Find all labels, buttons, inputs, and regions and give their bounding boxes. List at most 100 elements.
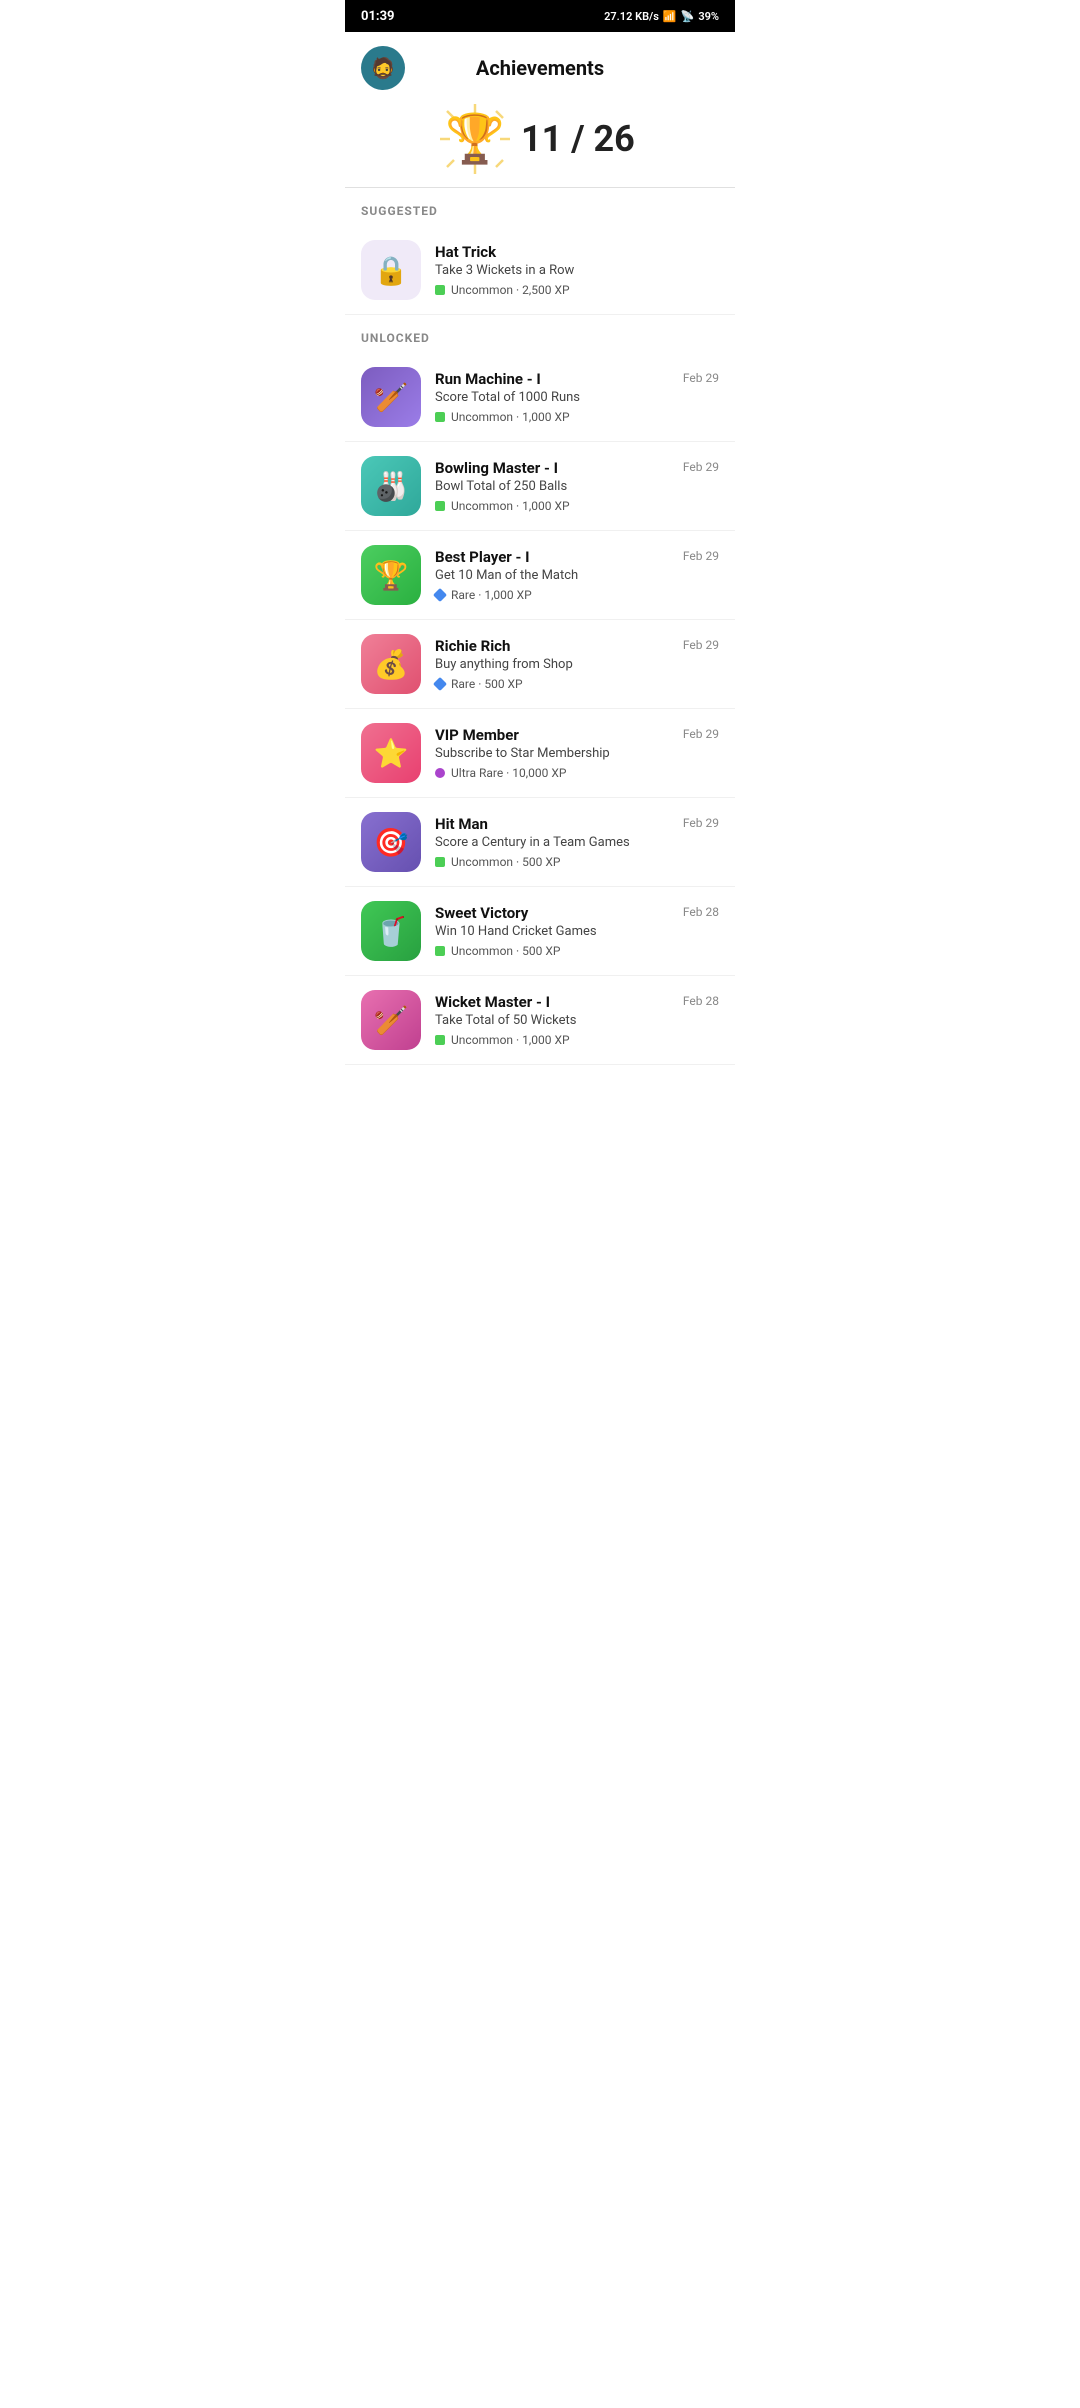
rarity-dot-run-machine	[435, 412, 445, 422]
achievement-emoji-bowling-master: 🎳	[374, 470, 409, 503]
rarity-label-bowling-master: Uncommon · 1,000 XP	[451, 499, 570, 513]
lock-icon: 🔒	[374, 254, 409, 287]
section-header-unlocked: UNLOCKED	[345, 315, 735, 353]
achievement-meta-wicket-master: Uncommon · 1,000 XP	[435, 1033, 669, 1047]
achievement-emoji-run-machine: 🏏	[374, 381, 409, 414]
achievement-desc-hit-man: Score a Century in a Team Games	[435, 835, 669, 850]
rarity-dot-sweet-victory	[435, 946, 445, 956]
status-time: 01:39	[361, 9, 395, 24]
rarity-label-wicket-master: Uncommon · 1,000 XP	[451, 1033, 570, 1047]
rarity-dot-best-player	[433, 588, 447, 602]
achievement-info-best-player: Best Player - I Get 10 Man of the Match Ra…	[435, 548, 669, 602]
achievement-name-wicket-master: Wicket Master - I	[435, 993, 669, 1011]
achievement-desc-vip-member: Subscribe to Star Membership	[435, 746, 669, 761]
trophy-emoji-icon: 🏆	[445, 110, 505, 167]
status-signal-icon: 📡	[681, 10, 695, 23]
achievement-item-richie-rich[interactable]: 💰Richie RichBuy anything from ShopRare ·…	[345, 620, 735, 709]
rarity-dot-wicket-master	[435, 1035, 445, 1045]
rarity-label-sweet-victory: Uncommon · 500 XP	[451, 944, 560, 958]
achievement-date-sweet-victory: Feb 28	[683, 905, 719, 919]
header: 🧔 Achievements	[345, 32, 735, 100]
achievement-desc-bowling-master: Bowl Total of 250 Balls	[435, 479, 669, 494]
achievement-info-hit-man: Hit Man Score a Century in a Team Games Un…	[435, 815, 669, 869]
achievement-desc-hat-trick: Take 3 Wickets in a Row	[435, 263, 719, 278]
rarity-dot-hit-man	[435, 857, 445, 867]
achievement-item-vip-member[interactable]: ⭐ VIP Member Subscribe to Star Membership U…	[345, 709, 735, 798]
rarity-label-hat-trick: Uncommon · 2,500 XP	[451, 283, 570, 297]
achievement-name-run-machine: Run Machine - I	[435, 370, 669, 388]
achievement-info-sweet-victory: Sweet Victory Win 10 Hand Cricket Games Un…	[435, 904, 669, 958]
rarity-label-run-machine: Uncommon · 1,000 XP	[451, 410, 570, 424]
status-bar: 01:39 27.12 KB/s 📶 📡 39%	[345, 0, 735, 32]
achievement-icon-richie-rich: 💰	[361, 634, 421, 694]
rarity-dot-bowling-master	[435, 501, 445, 511]
achievement-item-hit-man[interactable]: 🎯 Hit Man Score a Century in a Team Games U…	[345, 798, 735, 887]
achievement-item-wicket-master[interactable]: 🏏 Wicket Master - I Take Total of 50 Wicke…	[345, 976, 735, 1065]
achievement-info-vip-member: VIP Member Subscribe to Star Membership Ul…	[435, 726, 669, 780]
achievement-icon-vip-member: ⭐	[361, 723, 421, 783]
achievement-name-best-player: Best Player - I	[435, 548, 669, 566]
status-battery: 39%	[698, 10, 719, 23]
achievement-meta-best-player: Rare · 1,000 XP	[435, 588, 669, 602]
achievement-meta-bowling-master: Uncommon · 1,000 XP	[435, 499, 669, 513]
rarity-label-hit-man: Uncommon · 500 XP	[451, 855, 560, 869]
avatar[interactable]: 🧔	[361, 46, 405, 90]
achievement-meta-hit-man: Uncommon · 500 XP	[435, 855, 669, 869]
section-header-suggested: SUGGESTED	[345, 188, 735, 226]
achievement-emoji-vip-member: ⭐	[374, 737, 409, 770]
achievement-desc-wicket-master: Take Total of 50 Wickets	[435, 1013, 669, 1028]
achievement-icon-hat-trick: 🔒	[361, 240, 421, 300]
rarity-label-vip-member: Ultra Rare · 10,000 XP	[451, 766, 566, 780]
achievement-date-best-player: Feb 29	[683, 549, 719, 563]
trophy-count: 11 / 26	[521, 118, 635, 160]
achievement-icon-best-player: 🏆	[361, 545, 421, 605]
rarity-label-richie-rich: Rare · 500 XP	[451, 677, 523, 691]
rarity-dot-richie-rich	[433, 677, 447, 691]
achievement-desc-best-player: Get 10 Man of the Match	[435, 568, 669, 583]
achievement-name-sweet-victory: Sweet Victory	[435, 904, 669, 922]
achievement-item-hat-trick[interactable]: 🔒 Hat Trick Take 3 Wickets in a Row Uncommo…	[345, 226, 735, 315]
page-title: Achievements	[405, 56, 675, 80]
achievement-date-hit-man: Feb 29	[683, 816, 719, 830]
achievement-info-wicket-master: Wicket Master - I Take Total of 50 Wicket…	[435, 993, 669, 1047]
achievement-date-wicket-master: Feb 28	[683, 994, 719, 1008]
achievement-desc-sweet-victory: Win 10 Hand Cricket Games	[435, 924, 669, 939]
achievement-info-hat-trick: Hat Trick Take 3 Wickets in a Row Uncommon…	[435, 243, 719, 297]
achievement-emoji-richie-rich: 💰	[374, 648, 409, 681]
status-wifi-icon: 📶	[663, 10, 677, 23]
rarity-dot-hat-trick	[435, 285, 445, 295]
rarity-label-best-player: Rare · 1,000 XP	[451, 588, 532, 602]
achievement-icon-bowling-master: 🎳	[361, 456, 421, 516]
achievement-icon-sweet-victory: 🥤	[361, 901, 421, 961]
achievement-emoji-wicket-master: 🏏	[374, 1004, 409, 1037]
achievement-name-hat-trick: Hat Trick	[435, 243, 719, 261]
achievement-desc-run-machine: Score Total of 1000 Runs	[435, 390, 669, 405]
sections-container: SUGGESTED 🔒 Hat Trick Take 3 Wickets in a R…	[345, 188, 735, 1065]
achievement-meta-hat-trick: Uncommon · 2,500 XP	[435, 283, 719, 297]
rarity-dot-vip-member	[435, 768, 445, 778]
achievement-item-best-player[interactable]: 🏆 Best Player - I Get 10 Man of the Match R…	[345, 531, 735, 620]
achievement-date-bowling-master: Feb 29	[683, 460, 719, 474]
achievement-emoji-hit-man: 🎯	[374, 826, 409, 859]
achievement-icon-hit-man: 🎯	[361, 812, 421, 872]
achievement-item-bowling-master[interactable]: 🎳 Bowling Master - I Bowl Total of 250 Bal…	[345, 442, 735, 531]
achievement-name-hit-man: Hit Man	[435, 815, 669, 833]
trophy-container: 🏆	[445, 110, 505, 167]
achievement-name-vip-member: VIP Member	[435, 726, 669, 744]
achievement-meta-sweet-victory: Uncommon · 500 XP	[435, 944, 669, 958]
achievement-icon-run-machine: 🏏	[361, 367, 421, 427]
achievement-meta-vip-member: Ultra Rare · 10,000 XP	[435, 766, 669, 780]
achievement-item-sweet-victory[interactable]: 🥤 Sweet Victory Win 10 Hand Cricket Games U…	[345, 887, 735, 976]
achievement-meta-richie-rich: Rare · 500 XP	[435, 677, 669, 691]
achievement-name-richie-rich: Richie Rich	[435, 637, 669, 655]
achievement-emoji-sweet-victory: 🥤	[374, 915, 409, 948]
achievement-emoji-best-player: 🏆	[374, 559, 409, 592]
achievement-info-bowling-master: Bowling Master - I Bowl Total of 250 Ball…	[435, 459, 669, 513]
status-network: 27.12 KB/s	[604, 10, 659, 23]
achievement-date-run-machine: Feb 29	[683, 371, 719, 385]
achievement-info-run-machine: Run Machine - I Score Total of 1000 Runs U…	[435, 370, 669, 424]
achievement-date-richie-rich: Feb 29	[683, 638, 719, 652]
achievement-date-vip-member: Feb 29	[683, 727, 719, 741]
achievement-name-bowling-master: Bowling Master - I	[435, 459, 669, 477]
achievement-item-run-machine[interactable]: 🏏 Run Machine - I Score Total of 1000 Runs…	[345, 353, 735, 442]
